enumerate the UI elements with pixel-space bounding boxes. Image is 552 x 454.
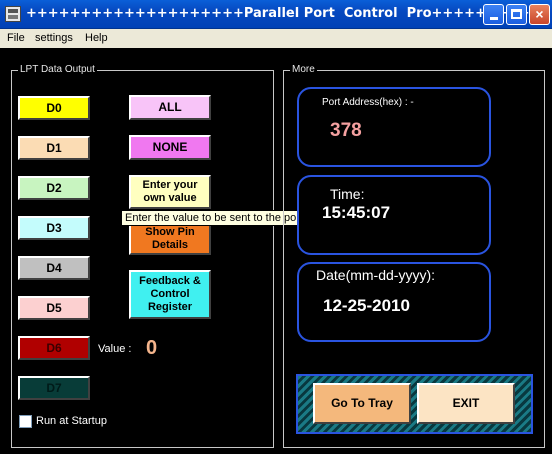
time-label: Time: — [330, 186, 365, 202]
time-value: 15:45:07 — [322, 203, 391, 222]
close-button[interactable]: × — [529, 4, 550, 25]
minimize-button[interactable] — [483, 4, 504, 25]
value-display: 0 — [146, 337, 158, 359]
d7-button[interactable]: D7 — [18, 376, 90, 400]
all-button[interactable]: ALL — [129, 95, 211, 120]
d3-button[interactable]: D3 — [18, 216, 90, 240]
date-value: 12-25-2010 — [323, 296, 410, 315]
value-caption: Value : — [98, 343, 132, 355]
title-bar[interactable]: ++++++++++++++++++++Parallel Port Contro… — [0, 0, 552, 29]
tooltip: Enter the value to be sent to the port — [121, 210, 307, 226]
d0-button[interactable]: D0 — [18, 96, 90, 120]
d5-button[interactable]: D5 — [18, 296, 90, 320]
maximize-icon — [511, 9, 522, 19]
feedback-control-register-button[interactable]: Feedback & Control Register — [129, 270, 211, 319]
menu-settings[interactable]: settings — [35, 32, 73, 44]
port-address-label: Port Address(hex) : - — [322, 97, 414, 108]
go-to-tray-button[interactable]: Go To Tray — [313, 383, 411, 424]
app-icon[interactable] — [5, 6, 21, 22]
minimize-icon — [489, 17, 498, 20]
none-button[interactable]: NONE — [129, 135, 211, 160]
show-pin-details-button[interactable]: Show Pin Details — [129, 222, 211, 255]
menu-bar: File settings Help — [0, 29, 552, 48]
d1-button[interactable]: D1 — [18, 136, 90, 160]
date-label: Date(mm-dd-yyyy): — [316, 267, 436, 283]
window-title: ++++++++++++++++++++Parallel Port Contro… — [26, 6, 552, 21]
enter-value-button[interactable]: Enter your own value — [129, 175, 211, 209]
exit-button[interactable]: EXIT — [417, 383, 515, 424]
run-at-startup-checkbox[interactable] — [19, 415, 32, 428]
port-address-value: 378 — [330, 120, 362, 141]
lpt-group-title: LPT Data Output — [18, 64, 97, 76]
run-at-startup-label: Run at Startup — [36, 415, 107, 427]
menu-help[interactable]: Help — [85, 32, 108, 44]
d2-button[interactable]: D2 — [18, 176, 90, 200]
date-panel: Date(mm-dd-yyyy): 12-25-2010 — [297, 262, 491, 342]
d4-button[interactable]: D4 — [18, 256, 90, 280]
maximize-button[interactable] — [506, 4, 527, 25]
d6-button[interactable]: D6 — [18, 336, 90, 360]
time-panel: Time: 15:45:07 — [297, 175, 491, 255]
more-group-title: More — [290, 64, 317, 76]
menu-file[interactable]: File — [7, 32, 25, 44]
port-address-panel: Port Address(hex) : - 378 — [297, 87, 491, 167]
